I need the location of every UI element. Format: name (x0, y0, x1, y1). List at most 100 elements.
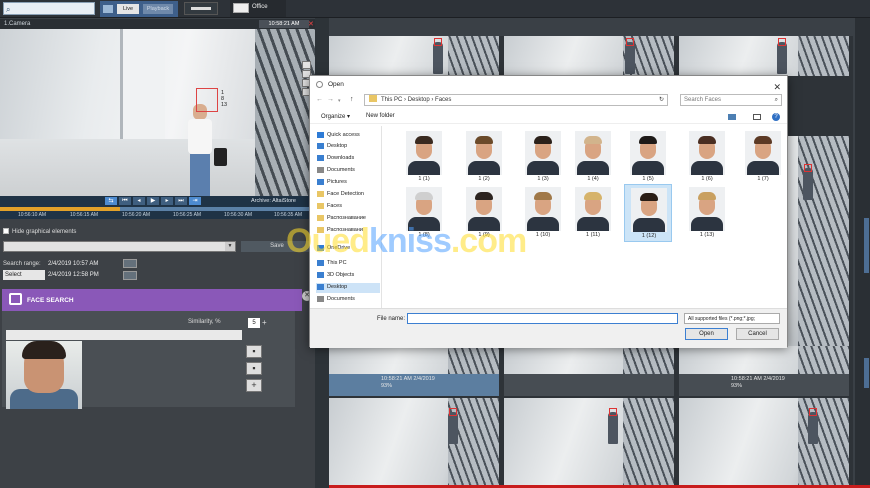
plus-icon[interactable]: + (246, 379, 262, 392)
face-detection-box (777, 38, 786, 46)
skip-forward-icon[interactable]: ⏭ (175, 197, 187, 205)
file-item[interactable]: 1 (13) (683, 184, 731, 242)
face-thumbnail (689, 131, 725, 175)
organize-menu[interactable]: Organize ▾ (321, 113, 350, 120)
live-button[interactable]: Live (117, 4, 139, 14)
result-thumbnail[interactable] (329, 398, 499, 488)
archive-toggle[interactable] (184, 2, 218, 15)
file-item[interactable]: 1 (7) (739, 128, 787, 186)
scroll-thumb[interactable] (864, 218, 869, 273)
file-item[interactable]: 1 (4) (569, 128, 617, 186)
calendar-icon[interactable] (123, 271, 137, 280)
face-add-icon[interactable]: ▪ (246, 362, 262, 375)
checkbox-icon[interactable] (3, 228, 9, 234)
new-folder-button[interactable]: New folder (366, 113, 395, 119)
nav-item[interactable]: Documents (316, 166, 380, 176)
file-name-input[interactable] (407, 313, 678, 324)
camera-view[interactable]: 1 8 13 (0, 29, 315, 208)
back-icon[interactable]: ← (316, 96, 323, 103)
result-thumbnail[interactable] (679, 36, 849, 76)
calendar-icon[interactable] (123, 259, 137, 268)
similarity-input[interactable]: 5 (248, 318, 260, 328)
sync-icon[interactable]: ⇆ (105, 197, 117, 205)
face-tool-icon[interactable]: ▪ (246, 345, 262, 358)
result-time: 10:58:21 AM 2/4/2019 (731, 376, 785, 382)
timeline[interactable]: ⇆ ⏮ ◂ ▶ ▸ ⏭ ⇥ Archive: AltaiStore 10:56:10 AM … (0, 196, 315, 219)
view-icon[interactable] (728, 114, 736, 120)
file-item[interactable]: 1 (11) (569, 184, 617, 242)
range-to[interactable]: 2/4/2019 12:58 PM (48, 272, 99, 278)
result-thumbnail[interactable] (504, 346, 674, 374)
range-from[interactable]: 2/4/2019 10:57 AM (48, 261, 98, 267)
crumb[interactable]: Desktop (408, 97, 430, 103)
nav-item[interactable]: Downloads (316, 154, 380, 164)
dialog-search-input[interactable]: Search Faces ⌕ (680, 94, 782, 106)
face-thumbnail (406, 131, 442, 175)
play-icon[interactable]: ▶ (147, 197, 159, 205)
chevron-down-icon[interactable]: ▼ (225, 242, 235, 251)
file-type-select[interactable]: All supported files (*.png;*.jpg; (684, 313, 780, 324)
result-caption[interactable]: 10:58:21 AM 2/4/2019 93% (679, 374, 849, 396)
preview-pane-icon[interactable] (753, 114, 761, 120)
result-thumbnail[interactable] (504, 36, 674, 76)
nav-item[interactable]: Face Detection (316, 190, 380, 200)
scroll-thumb[interactable] (864, 358, 869, 388)
result-thumbnail[interactable] (504, 398, 674, 488)
similarity-plus[interactable]: + (262, 318, 267, 327)
nav-item[interactable]: Desktop (316, 142, 380, 152)
open-file-dialog: Open ✕ ← → ▾ ↑ This PC › Desktop › Faces ↻… (309, 75, 788, 348)
file-item[interactable]: 1 (3) (519, 128, 567, 186)
nav-item[interactable]: Pictures (316, 178, 380, 188)
step-forward-icon[interactable]: ▸ (161, 197, 173, 205)
result-thumbnail[interactable] (679, 398, 849, 488)
result-thumbnail[interactable] (329, 36, 499, 76)
refresh-icon[interactable]: ↻ (659, 95, 664, 106)
layout-tab-office[interactable]: Office (230, 0, 286, 17)
face-thumbnail (575, 187, 611, 231)
camera-header: 1.Camera 10:58:21 AM ✕ (0, 19, 315, 29)
skip-back-icon[interactable]: ⏮ (119, 197, 131, 205)
nav-item[interactable]: Quick access (316, 131, 380, 141)
file-item[interactable]: 1 (6) (683, 128, 731, 186)
playback-button[interactable]: Playback (143, 4, 173, 14)
open-button[interactable]: Open (685, 328, 728, 340)
file-item[interactable]: 1 (1) (400, 128, 448, 186)
face-detection-box (608, 407, 617, 416)
face-detection-box[interactable] (196, 88, 218, 112)
nav-item[interactable]: 3D Objects (316, 271, 380, 281)
range-select[interactable]: Select (3, 270, 45, 280)
search-input[interactable]: ⌕ (3, 2, 95, 15)
file-name: 1 (3) (537, 176, 549, 182)
camera-title: 1.Camera (4, 21, 31, 27)
crumb[interactable]: This PC (381, 97, 402, 103)
nav-item[interactable]: Faces (316, 202, 380, 212)
result-thumbnail[interactable] (679, 346, 849, 374)
hide-graphical-checkbox[interactable]: Hide graphical elements (3, 228, 76, 235)
object-select[interactable]: ▼ (3, 241, 236, 252)
result-caption[interactable] (504, 374, 674, 396)
fullscreen-icon[interactable] (302, 61, 311, 69)
similarity-slider[interactable] (6, 330, 242, 340)
tick-label: 10:56:30 AM (224, 212, 253, 218)
step-back-icon[interactable]: ◂ (133, 197, 145, 205)
crumb[interactable]: Faces (435, 97, 451, 103)
grid-icon[interactable] (103, 5, 113, 13)
file-item[interactable]: 1 (2) (460, 128, 508, 186)
up-icon[interactable]: ↑ (350, 96, 354, 103)
right-scrollbar[interactable] (855, 18, 870, 488)
dialog-nav: ← → ▾ ↑ This PC › Desktop › Faces ↻ Searc… (310, 93, 787, 108)
nav-item[interactable]: Desktop (316, 283, 380, 293)
recent-chevron-icon[interactable]: ▾ (338, 98, 341, 104)
face-detection-box (433, 38, 442, 46)
address-bar[interactable]: This PC › Desktop › Faces ↻ (364, 94, 668, 106)
file-item[interactable]: 1 (12) (624, 184, 672, 242)
nav-item[interactable]: Documents (316, 295, 380, 305)
file-item[interactable]: 1 (5) (624, 128, 672, 186)
help-icon[interactable]: ? (772, 113, 780, 121)
result-caption[interactable]: 10:58:21 AM 2/4/2019 93% (329, 374, 499, 396)
result-thumbnail[interactable] (329, 346, 499, 374)
forward-icon[interactable]: → (327, 96, 334, 103)
export-clip-icon[interactable]: ⇥ (189, 197, 201, 205)
cancel-button[interactable]: Cancel (736, 328, 779, 340)
mode-switcher: Live Playback (100, 1, 178, 17)
